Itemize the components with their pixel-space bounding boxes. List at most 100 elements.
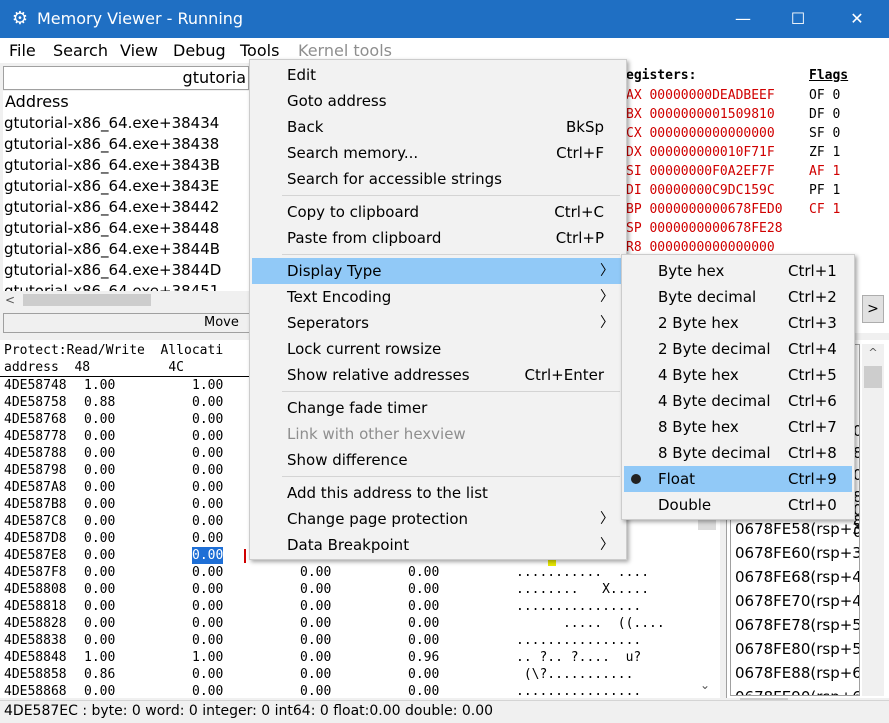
hex-ascii[interactable]: ........... .... bbox=[516, 564, 649, 581]
menu-item-search-strings[interactable]: Search for accessible strings bbox=[252, 166, 624, 192]
display-type-float[interactable]: Float Ctrl+9 bbox=[624, 466, 852, 492]
menu-item-lock-rowsize[interactable]: Lock current rowsize bbox=[252, 336, 624, 362]
hex-value[interactable]: 0.00 bbox=[84, 615, 115, 632]
hex-value[interactable]: 0.00 bbox=[84, 411, 115, 428]
address-row[interactable]: gtutorial-x86_64.exe+38434 bbox=[4, 113, 219, 134]
flag-row[interactable]: SF 0 bbox=[809, 124, 840, 143]
hex-value[interactable]: 0.00 bbox=[192, 615, 223, 632]
register-row[interactable]: CX 0000000000000000 bbox=[626, 124, 775, 143]
hex-value[interactable]: 0.00 bbox=[300, 632, 331, 649]
minimize-button[interactable]: — bbox=[716, 0, 770, 38]
scroll-left-icon[interactable]: < bbox=[5, 291, 15, 309]
hex-value[interactable]: 1.00 bbox=[192, 649, 223, 666]
scroll-down-icon[interactable]: ⌄ bbox=[700, 678, 710, 692]
hex-address[interactable]: 4DE587F8 bbox=[4, 564, 67, 581]
menu-item-copy[interactable]: Copy to clipboard Ctrl+C bbox=[252, 199, 624, 225]
hex-value[interactable]: 0.00 bbox=[408, 598, 439, 615]
hex-value[interactable]: 0.00 bbox=[192, 530, 223, 547]
hex-value[interactable]: 0.00 bbox=[192, 394, 223, 411]
module-header[interactable]: gtutoria bbox=[3, 66, 249, 90]
menu-item-show-difference[interactable]: Show difference bbox=[252, 447, 624, 473]
address-row[interactable]: gtutorial-x86_64.exe+3843B bbox=[4, 155, 220, 176]
hex-value[interactable]: 0.00 bbox=[84, 683, 115, 698]
flag-row[interactable]: ZF 1 bbox=[809, 143, 840, 162]
hex-address[interactable]: 4DE58808 bbox=[4, 581, 67, 598]
hex-value[interactable]: 0.00 bbox=[84, 479, 115, 496]
address-row[interactable]: gtutorial-x86_64.exe+38442 bbox=[4, 197, 219, 218]
hex-value[interactable]: 0.00 bbox=[300, 649, 331, 666]
scroll-thumb[interactable] bbox=[23, 294, 151, 306]
hex-value[interactable]: 0.00 bbox=[84, 445, 115, 462]
hex-value[interactable]: 0.00 bbox=[84, 496, 115, 513]
hex-value[interactable]: 0.00 bbox=[84, 581, 115, 598]
hex-ascii[interactable]: ................ bbox=[516, 632, 641, 649]
hex-value[interactable]: 0.00 bbox=[84, 462, 115, 479]
hex-address[interactable]: 4DE58838 bbox=[4, 632, 67, 649]
address-list[interactable]: Address gtutorial-x86_64.exe+38434 gtuto… bbox=[3, 91, 250, 293]
stack-vertical-scrollbar[interactable]: ^ bbox=[862, 344, 884, 696]
stack-row[interactable]: 0678FE60(rsp+38 bbox=[735, 542, 859, 564]
register-row[interactable]: DX 000000000010F71F bbox=[626, 143, 775, 162]
hex-value[interactable]: 0.00 bbox=[192, 581, 223, 598]
register-row[interactable]: SP 0000000000678FE28 bbox=[626, 219, 783, 238]
menu-item-search-memory[interactable]: Search memory... Ctrl+F bbox=[252, 140, 624, 166]
hex-value[interactable]: 0.00 bbox=[84, 513, 115, 530]
menu-view[interactable]: View bbox=[120, 41, 158, 61]
hex-value[interactable]: 0.00 bbox=[192, 564, 223, 581]
flag-row[interactable]: CF 1 bbox=[809, 200, 840, 219]
hex-value[interactable]: 0.00 bbox=[408, 632, 439, 649]
hex-ascii[interactable]: ........ X..... bbox=[516, 581, 649, 598]
register-row[interactable]: DI 00000000C9DC159C bbox=[626, 181, 775, 200]
stack-row[interactable]: 0678FE58(rsp+30 bbox=[735, 518, 859, 540]
hex-value[interactable]: 0.00 bbox=[408, 581, 439, 598]
display-type-2byte-hex[interactable]: 2 Byte hex Ctrl+3 bbox=[624, 310, 852, 336]
stack-row[interactable]: 0678FE70(rsp+48 bbox=[735, 590, 859, 612]
hex-ascii[interactable]: ..... ((.... bbox=[516, 615, 665, 632]
register-row[interactable]: BX 0000000001509810 bbox=[626, 105, 775, 124]
register-row[interactable]: AX 00000000DEADBEEF bbox=[626, 86, 775, 105]
register-row[interactable]: SI 00000000F0A2EF7F bbox=[626, 162, 775, 181]
hex-address[interactable]: 4DE58818 bbox=[4, 598, 67, 615]
hex-value[interactable]: 0.00 bbox=[84, 564, 115, 581]
registers-expand-button[interactable]: > bbox=[862, 295, 884, 323]
hex-value[interactable]: 0.00 bbox=[408, 615, 439, 632]
hex-value[interactable]: 1.00 bbox=[192, 377, 223, 394]
flag-row[interactable]: AF 1 bbox=[809, 162, 840, 181]
display-type-byte-decimal[interactable]: Byte decimal Ctrl+2 bbox=[624, 284, 852, 310]
hex-value[interactable]: 0.00 bbox=[300, 564, 331, 581]
register-row[interactable]: BP 0000000000678FED0 bbox=[626, 200, 783, 219]
hex-address[interactable]: 4DE58848 bbox=[4, 649, 67, 666]
hex-address[interactable]: 4DE587E8 bbox=[4, 547, 67, 564]
flag-row[interactable]: DF 0 bbox=[809, 105, 840, 124]
move-splitter[interactable]: Move bbox=[3, 313, 250, 333]
address-row[interactable]: gtutorial-x86_64.exe+3844D bbox=[4, 260, 221, 281]
menu-file[interactable]: File bbox=[9, 41, 36, 61]
menu-item-paste[interactable]: Paste from clipboard Ctrl+P bbox=[252, 225, 624, 251]
hex-address[interactable]: 4DE58758 bbox=[4, 394, 67, 411]
hex-value[interactable]: 0.96 bbox=[408, 649, 439, 666]
hex-value[interactable]: 0.86 bbox=[84, 666, 115, 683]
hex-ascii[interactable]: .. ?.. ?.... u? bbox=[516, 649, 641, 666]
hex-value[interactable]: 0.00 bbox=[192, 428, 223, 445]
menu-item-data-breakpoint[interactable]: Data Breakpoint 〉 bbox=[252, 532, 624, 558]
hex-value[interactable]: 0.00 bbox=[84, 428, 115, 445]
stack-row[interactable]: 0678FE80(rsp+58 bbox=[735, 638, 859, 660]
horizontal-scrollbar[interactable]: < bbox=[3, 291, 250, 309]
hex-value[interactable]: 0.00 bbox=[192, 496, 223, 513]
menu-item-page-protection[interactable]: Change page protection 〉 bbox=[252, 506, 624, 532]
hex-value[interactable]: 0.00 bbox=[300, 666, 331, 683]
display-type-8byte-hex[interactable]: 8 Byte hex Ctrl+7 bbox=[624, 414, 852, 440]
hex-address[interactable]: 4DE58748 bbox=[4, 377, 67, 394]
hex-value[interactable]: 0.00 bbox=[300, 615, 331, 632]
hex-value[interactable]: 1.00 bbox=[84, 377, 115, 394]
address-row[interactable]: gtutorial-x86_64.exe+3843E bbox=[4, 176, 219, 197]
stack-row[interactable]: 0678FE78(rsp+50 bbox=[735, 614, 859, 636]
hex-value[interactable]: 0.00 bbox=[408, 564, 439, 581]
hex-value[interactable]: 0.00 bbox=[84, 530, 115, 547]
menu-search[interactable]: Search bbox=[53, 41, 108, 61]
hex-value[interactable]: 0.00 bbox=[192, 479, 223, 496]
close-button[interactable]: ✕ bbox=[830, 0, 884, 38]
menu-item-add-address[interactable]: Add this address to the list bbox=[252, 480, 624, 506]
menu-item-text-encoding[interactable]: Text Encoding 〉 bbox=[252, 284, 624, 310]
menu-item-back[interactable]: Back BkSp bbox=[252, 114, 624, 140]
